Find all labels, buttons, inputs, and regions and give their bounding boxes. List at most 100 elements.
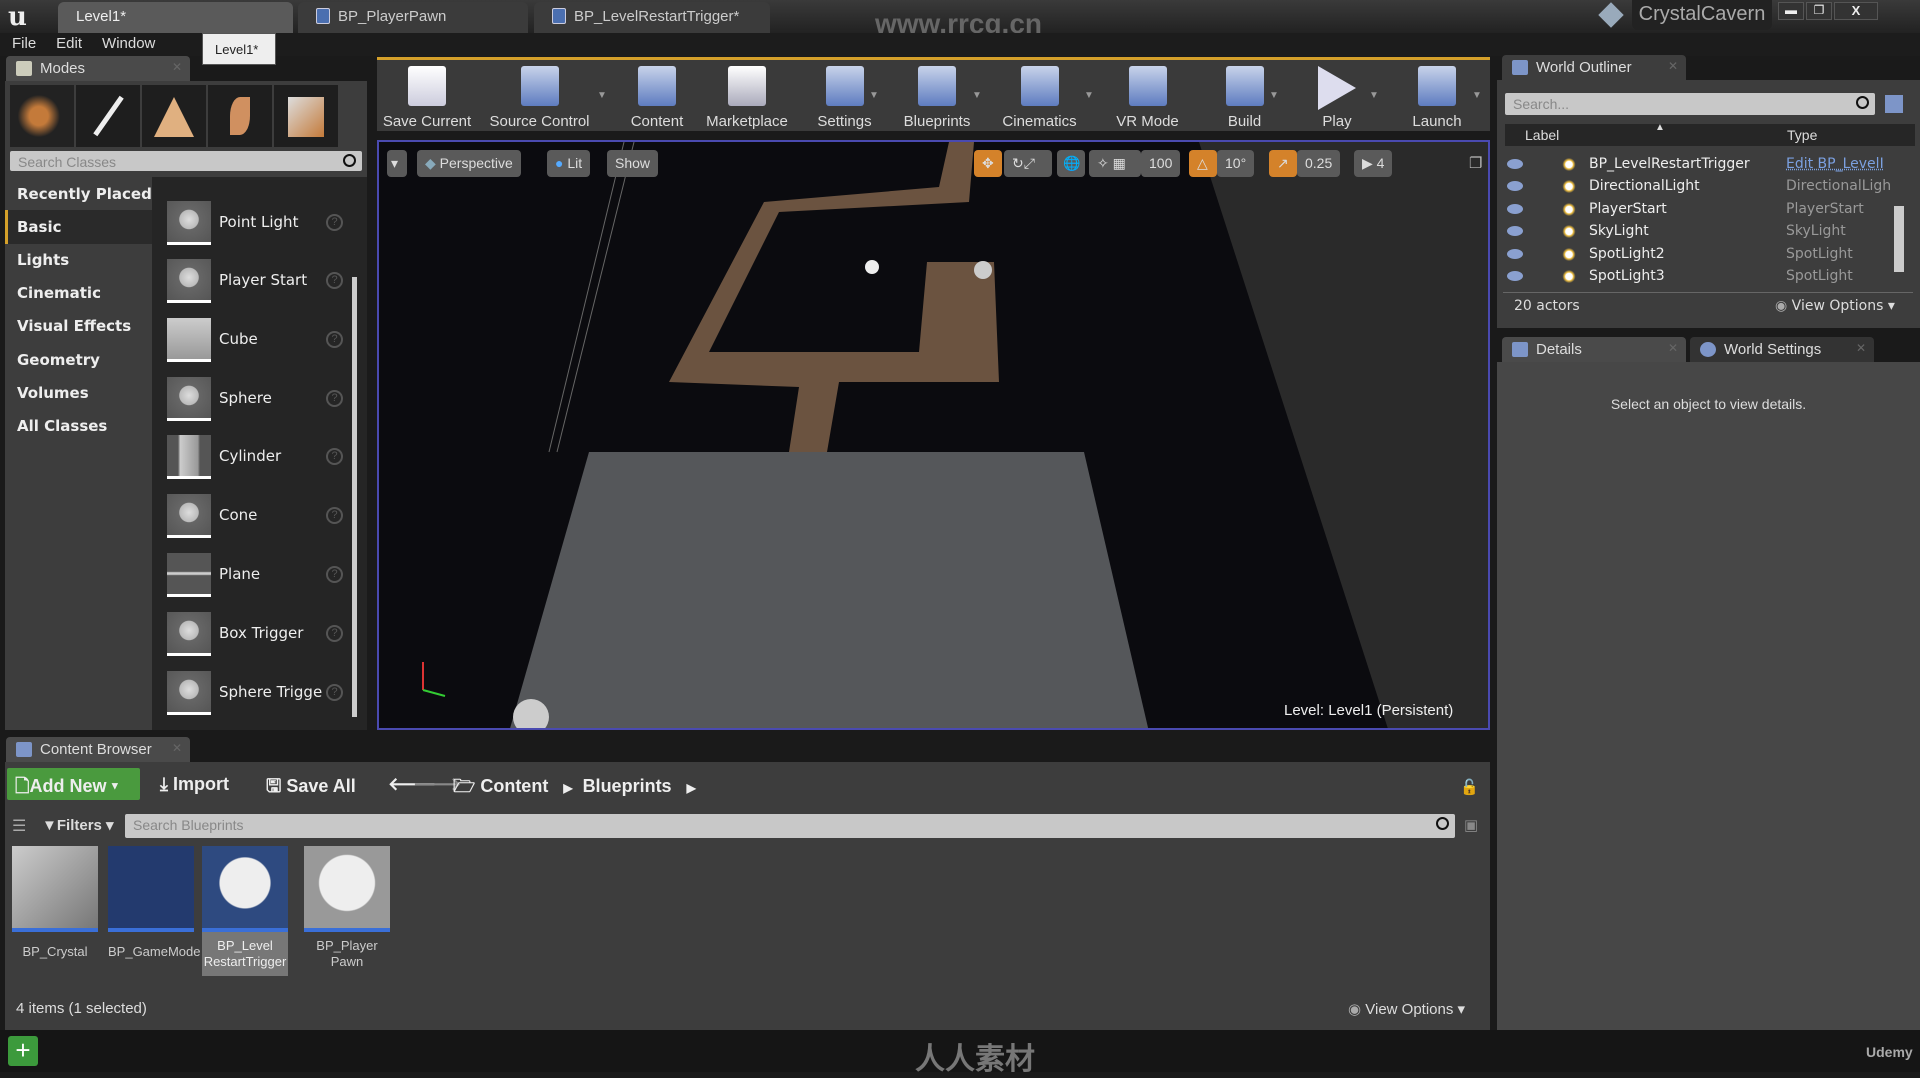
level-viewport[interactable]: ▾ ◆ Perspective ● Lit Show ✥ ↻⤢ 🌐 ✧ ▦ 10… bbox=[377, 140, 1490, 730]
help-icon[interactable]: ? bbox=[326, 566, 343, 583]
menu-file[interactable]: File bbox=[12, 33, 46, 56]
camera-speed[interactable]: ▶ 4 bbox=[1354, 150, 1393, 177]
dropdown-arrow-icon[interactable]: ▼ bbox=[972, 90, 982, 101]
outliner-row[interactable]: SpotLight3 SpotLight bbox=[1497, 266, 1907, 288]
geometry-mode-icon[interactable] bbox=[274, 85, 338, 147]
help-icon[interactable]: ? bbox=[326, 625, 343, 642]
tab-world-outliner[interactable]: World Outliner ✕ bbox=[1502, 55, 1686, 80]
scrollbar[interactable] bbox=[1894, 206, 1904, 272]
asset-bp-levelrestarttrigger[interactable]: BP_Level RestartTrigger bbox=[202, 846, 288, 976]
search-blueprints-input[interactable]: Search Blueprints bbox=[125, 814, 1455, 838]
class-sphere[interactable]: Sphere? bbox=[165, 377, 355, 433]
eye-icon[interactable] bbox=[1507, 226, 1523, 236]
breadcrumb-blueprints[interactable]: Blueprints bbox=[583, 776, 672, 796]
tab-bp-playerpawn[interactable]: BP_PlayerPawn bbox=[298, 2, 528, 33]
menu-edit[interactable]: Edit bbox=[56, 33, 92, 56]
maximize-viewport-icon[interactable]: ❐ bbox=[1469, 154, 1482, 172]
sources-toggle-icon[interactable]: ☰ bbox=[12, 816, 26, 836]
column-label[interactable]: Label bbox=[1525, 127, 1559, 143]
tab-modes[interactable]: Modes ✕ bbox=[6, 56, 190, 81]
perspective-button[interactable]: ◆ Perspective bbox=[417, 150, 521, 177]
category-all-classes[interactable]: All Classes bbox=[17, 417, 107, 435]
close-icon[interactable]: ✕ bbox=[172, 60, 182, 74]
save-all-button[interactable]: 🖫 Save All bbox=[258, 768, 364, 800]
close-icon[interactable]: ✕ bbox=[172, 741, 182, 755]
grid-snap-value[interactable]: 100 bbox=[1141, 150, 1181, 177]
help-icon[interactable]: ? bbox=[326, 684, 343, 701]
save-current-button[interactable]: Save Current bbox=[382, 60, 472, 132]
class-player-start[interactable]: Player Start? bbox=[165, 259, 355, 315]
rotation-snap-value[interactable]: 10° bbox=[1217, 150, 1255, 177]
category-basic[interactable]: Basic bbox=[17, 218, 62, 236]
dropdown-arrow-icon[interactable]: ▼ bbox=[597, 90, 607, 101]
asset-bp-gamemode[interactable]: BP_GameMode bbox=[108, 846, 201, 960]
restore-button[interactable]: ❐ bbox=[1806, 2, 1832, 20]
outliner-row[interactable]: PlayerStart PlayerStart bbox=[1497, 199, 1907, 221]
scale-snap-value[interactable]: 0.25 bbox=[1297, 150, 1341, 177]
class-box-trigger[interactable]: Box Trigger? bbox=[165, 612, 355, 668]
import-button[interactable]: ⤓ Import bbox=[152, 768, 237, 800]
category-cinematic[interactable]: Cinematic bbox=[17, 284, 101, 302]
place-mode-icon[interactable] bbox=[10, 85, 74, 147]
surface-snap-grid[interactable]: ✧ ▦ bbox=[1089, 150, 1141, 177]
outliner-row[interactable]: SpotLight2 SpotLight bbox=[1497, 244, 1907, 266]
help-icon[interactable]: ? bbox=[326, 214, 343, 231]
view-options-button[interactable]: ◉ View Options ▾ bbox=[1775, 298, 1895, 314]
dropdown-arrow-icon[interactable]: ▼ bbox=[1084, 90, 1094, 101]
class-point-light[interactable]: Point Light? bbox=[165, 201, 355, 257]
close-icon[interactable]: ✕ bbox=[1668, 59, 1678, 73]
dropdown-arrow-icon[interactable]: ▼ bbox=[1269, 90, 1279, 101]
rotation-snap-toggle[interactable]: △ bbox=[1189, 150, 1217, 177]
outliner-search-input[interactable]: Search... bbox=[1505, 93, 1875, 115]
asset-bp-crystal[interactable]: BP_Crystal bbox=[12, 846, 98, 960]
lit-button[interactable]: ● Lit bbox=[547, 150, 591, 177]
help-icon[interactable]: ? bbox=[326, 331, 343, 348]
category-lights[interactable]: Lights bbox=[17, 251, 69, 269]
cinematics-button[interactable]: Cinematics bbox=[992, 60, 1087, 132]
lock-icon[interactable]: 🔓 bbox=[1460, 778, 1479, 796]
category-recently-placed[interactable]: Recently Placed bbox=[17, 185, 152, 203]
class-plane[interactable]: Plane? bbox=[165, 553, 355, 609]
source-control-button[interactable]: Source Control bbox=[487, 60, 592, 132]
outliner-row[interactable]: DirectionalLight DirectionalLigh bbox=[1497, 176, 1907, 198]
scale-snap-toggle[interactable]: ↗ bbox=[1269, 150, 1297, 177]
translate-tool-button[interactable]: ✥ bbox=[974, 150, 1002, 177]
launch-button[interactable]: Launch bbox=[1397, 60, 1477, 132]
category-visual-effects[interactable]: Visual Effects bbox=[17, 317, 131, 335]
eye-icon[interactable] bbox=[1507, 249, 1523, 259]
foliage-mode-icon[interactable] bbox=[208, 85, 272, 147]
dropdown-arrow-icon[interactable]: ▼ bbox=[1472, 90, 1482, 101]
eye-icon[interactable] bbox=[1507, 271, 1523, 281]
world-local-toggle[interactable]: 🌐 bbox=[1057, 150, 1085, 177]
search-icon[interactable] bbox=[343, 154, 356, 167]
cb-view-options-button[interactable]: ◉ View Options ▾ bbox=[1348, 1000, 1465, 1018]
class-cone[interactable]: Cone? bbox=[165, 494, 355, 550]
blueprints-button[interactable]: Blueprints bbox=[892, 60, 982, 132]
tab-level1[interactable]: Level1* bbox=[58, 2, 293, 33]
class-sphere-trigger[interactable]: Sphere Trigge? bbox=[165, 671, 355, 727]
content-button[interactable]: Content bbox=[622, 60, 692, 132]
chevron-right-icon[interactable]: ▶ bbox=[687, 781, 696, 795]
tab-bp-levelrestarttrigger[interactable]: BP_LevelRestartTrigger* bbox=[534, 2, 770, 33]
tab-details[interactable]: Details ✕ bbox=[1502, 337, 1686, 362]
paint-mode-icon[interactable] bbox=[76, 85, 140, 147]
show-button[interactable]: Show bbox=[607, 150, 659, 177]
category-volumes[interactable]: Volumes bbox=[17, 384, 89, 402]
eye-icon[interactable] bbox=[1507, 204, 1523, 214]
help-icon[interactable]: ? bbox=[326, 272, 343, 289]
search-icon[interactable] bbox=[1856, 96, 1869, 109]
category-geometry[interactable]: Geometry bbox=[17, 351, 100, 369]
column-type[interactable]: Type bbox=[1787, 127, 1817, 143]
eye-icon[interactable] bbox=[1507, 181, 1523, 191]
minimize-button[interactable]: ▬ bbox=[1778, 2, 1804, 20]
breadcrumb-content[interactable]: Content bbox=[480, 776, 548, 796]
close-button[interactable]: X bbox=[1834, 2, 1878, 20]
dropdown-arrow-icon[interactable]: ▼ bbox=[869, 90, 879, 101]
tab-world-settings[interactable]: World Settings ✕ bbox=[1690, 337, 1874, 362]
add-new-button[interactable]: 🗋Add New ▾ bbox=[7, 768, 140, 800]
help-icon[interactable]: ? bbox=[326, 390, 343, 407]
landscape-mode-icon[interactable] bbox=[142, 85, 206, 147]
outliner-row[interactable]: SkyLight SkyLight bbox=[1497, 221, 1907, 243]
close-icon[interactable]: ✕ bbox=[1856, 341, 1866, 355]
eye-icon[interactable] bbox=[1507, 159, 1523, 169]
